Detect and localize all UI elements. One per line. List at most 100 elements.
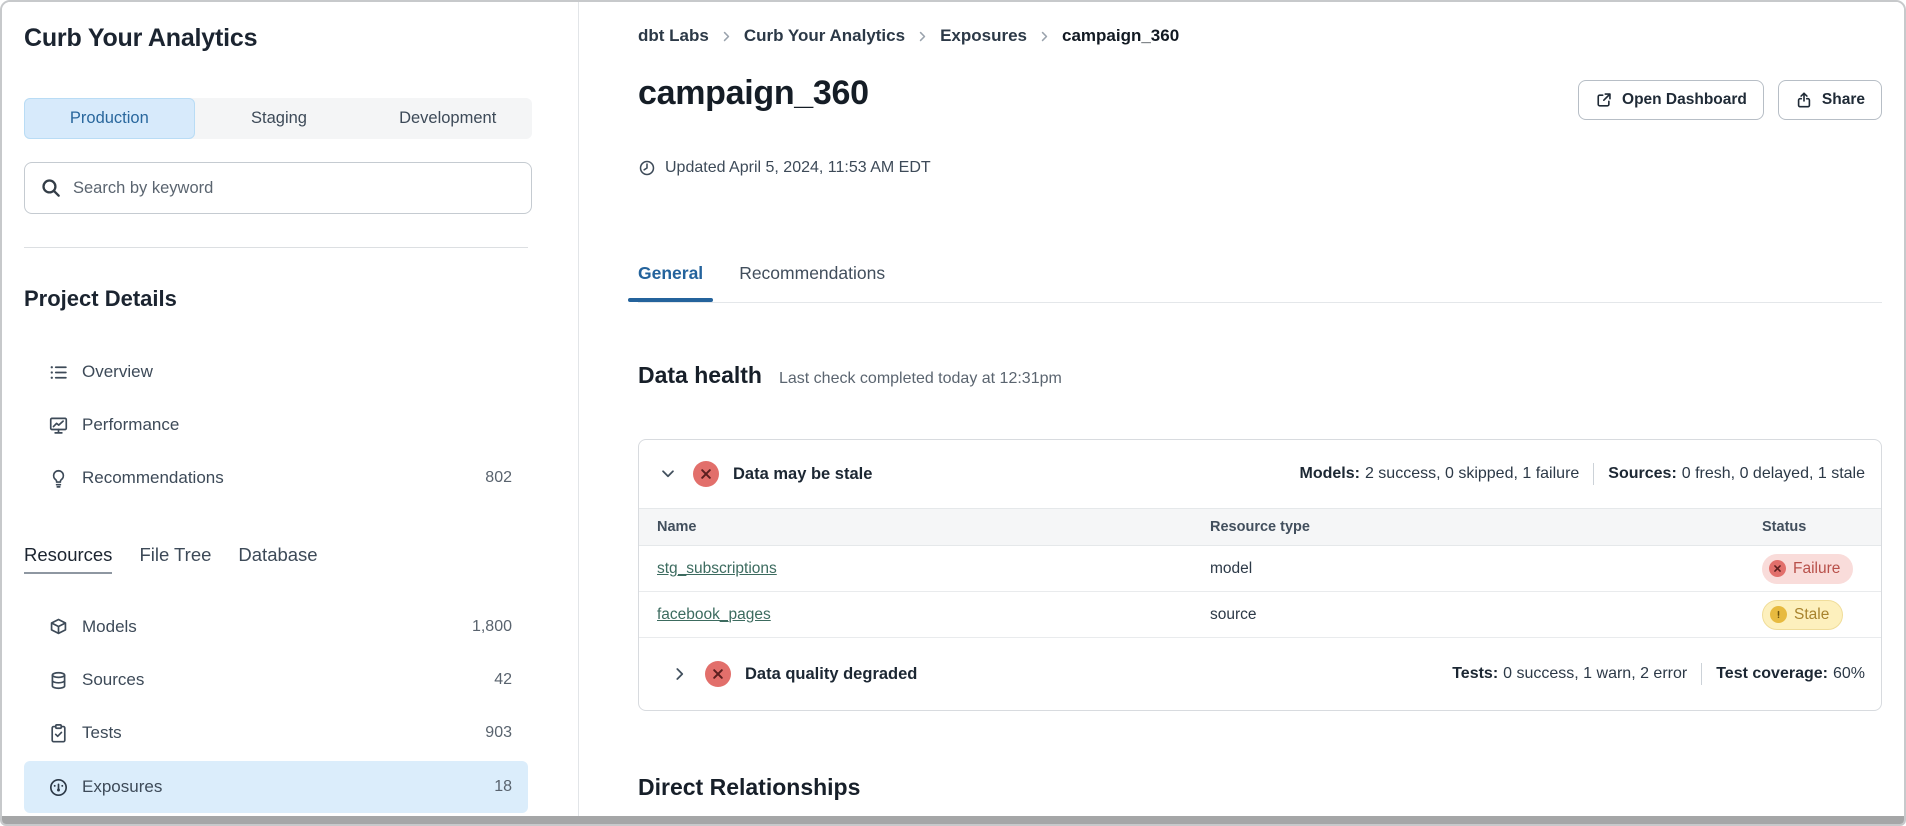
sidebar-item-label: Recommendations xyxy=(82,468,224,488)
share-icon xyxy=(1795,91,1813,109)
main-content: dbt Labs Curb Your Analytics Exposures c… xyxy=(579,2,1904,816)
breadcrumb-separator-icon xyxy=(720,30,733,43)
tests-stat: Tests:0 success, 1 warn, 2 error xyxy=(1452,665,1687,683)
sidebar-item-sources[interactable]: Sources 42 xyxy=(24,660,528,700)
sidebar-item-label: Performance xyxy=(82,415,179,435)
sidebar: Curb Your Analytics Production Staging D… xyxy=(2,2,578,816)
stale-section-title: Data may be stale xyxy=(733,465,872,484)
x-circle-icon xyxy=(1769,560,1786,577)
clipboard-check-icon xyxy=(48,723,69,744)
page-title: campaign_360 xyxy=(638,74,869,113)
last-check-text: Last check completed today at 12:31pm xyxy=(779,370,1062,388)
cube-icon xyxy=(48,617,69,638)
sidebar-item-label: Sources xyxy=(82,670,144,690)
data-health-card: Data may be stale Models:2 success, 0 sk… xyxy=(638,439,1882,711)
resource-type-cell: model xyxy=(1210,560,1762,578)
env-tab-production[interactable]: Production xyxy=(24,98,195,139)
stat-separator xyxy=(1701,663,1702,685)
breadcrumb-separator-icon xyxy=(1038,30,1051,43)
chevron-down-icon xyxy=(659,465,677,483)
clock-icon xyxy=(638,159,656,177)
sidebar-item-count: 1,800 xyxy=(472,618,512,636)
warning-circle-icon xyxy=(1770,606,1787,623)
sidebar-item-recommendations[interactable]: Recommendations 802 xyxy=(24,458,528,498)
sidebar-item-overview[interactable]: Overview xyxy=(24,352,528,392)
breadcrumb-item-current: campaign_360 xyxy=(1062,26,1179,46)
tab-recommendations[interactable]: Recommendations xyxy=(739,258,885,302)
breadcrumb: dbt Labs Curb Your Analytics Exposures c… xyxy=(638,26,1179,46)
sidebar-item-label: Tests xyxy=(82,723,122,743)
models-stat: Models:2 success, 0 skipped, 1 failure xyxy=(1300,465,1580,483)
sidebar-item-performance[interactable]: Performance xyxy=(24,405,528,445)
quality-section-title: Data quality degraded xyxy=(745,665,917,684)
resource-view-tabs: Resources File Tree Database xyxy=(24,544,318,574)
search-box[interactable] xyxy=(24,162,532,214)
performance-icon xyxy=(48,415,69,436)
test-coverage-stat: Test coverage:60% xyxy=(1716,665,1865,683)
detail-tabs: General Recommendations xyxy=(638,258,1882,303)
sidebar-item-count: 18 xyxy=(494,778,512,796)
stale-section-stats: Models:2 success, 0 skipped, 1 failure S… xyxy=(1300,463,1866,485)
env-tab-staging[interactable]: Staging xyxy=(195,98,364,139)
expand-quality-button[interactable] xyxy=(669,663,691,685)
share-label: Share xyxy=(1822,91,1865,109)
tab-general[interactable]: General xyxy=(638,258,703,302)
sidebar-item-label: Overview xyxy=(82,362,153,382)
open-dashboard-label: Open Dashboard xyxy=(1622,91,1747,109)
list-icon xyxy=(48,362,69,383)
sidebar-item-label: Exposures xyxy=(82,777,162,797)
error-circle-icon xyxy=(693,461,719,487)
project-title: Curb Your Analytics xyxy=(24,24,257,53)
sidebar-item-count: 903 xyxy=(485,724,512,742)
collapse-stale-button[interactable] xyxy=(657,463,679,485)
external-link-icon xyxy=(1595,91,1613,109)
sidebar-item-count: 802 xyxy=(485,469,512,487)
column-header-resource-type: Resource type xyxy=(1210,519,1762,535)
resource-link[interactable]: facebook_pages xyxy=(657,606,771,623)
database-icon xyxy=(48,670,69,691)
gauge-icon xyxy=(48,777,69,798)
sidebar-item-models[interactable]: Models 1,800 xyxy=(24,607,528,647)
status-badge: Failure xyxy=(1762,554,1853,584)
lightbulb-icon xyxy=(48,468,69,489)
sidebar-item-tests[interactable]: Tests 903 xyxy=(24,713,528,753)
breadcrumb-separator-icon xyxy=(916,30,929,43)
updated-label: Updated April 5, 2024, 11:53 AM EDT xyxy=(665,159,931,177)
quality-section-stats: Tests:0 success, 1 warn, 2 error Test co… xyxy=(1452,663,1865,685)
tab-resources[interactable]: Resources xyxy=(24,544,112,574)
sources-stat: Sources:0 fresh, 0 delayed, 1 stale xyxy=(1608,465,1865,483)
direct-relationships-heading: Direct Relationships xyxy=(638,774,860,801)
table-row: stg_subscriptions model Failure xyxy=(639,546,1881,592)
breadcrumb-item-exposures[interactable]: Exposures xyxy=(940,26,1027,46)
share-button[interactable]: Share xyxy=(1778,80,1882,120)
data-health-header: Data health Last check completed today a… xyxy=(638,362,1062,389)
stale-section-row[interactable]: Data may be stale Models:2 success, 0 sk… xyxy=(639,440,1881,508)
data-health-heading: Data health xyxy=(638,362,762,389)
tab-database[interactable]: Database xyxy=(238,544,317,574)
breadcrumb-item-dbt-labs[interactable]: dbt Labs xyxy=(638,26,709,46)
tab-file-tree[interactable]: File Tree xyxy=(139,544,211,574)
environment-switcher: Production Staging Development xyxy=(24,98,532,139)
resource-type-cell: source xyxy=(1210,606,1762,624)
sidebar-divider xyxy=(24,247,528,248)
window-bottom-edge xyxy=(2,816,1904,824)
open-dashboard-button[interactable]: Open Dashboard xyxy=(1578,80,1764,120)
project-details-heading: Project Details xyxy=(24,286,177,312)
page-actions: Open Dashboard Share xyxy=(1578,80,1882,120)
status-badge: Stale xyxy=(1762,600,1843,630)
dbt-explorer-window: Curb Your Analytics Production Staging D… xyxy=(0,0,1906,826)
quality-section-row[interactable]: Data quality degraded Tests:0 success, 1… xyxy=(639,638,1881,710)
sidebar-item-label: Models xyxy=(82,617,137,637)
sidebar-item-count: 42 xyxy=(494,671,512,689)
search-input[interactable] xyxy=(73,179,516,198)
breadcrumb-item-project[interactable]: Curb Your Analytics xyxy=(744,26,905,46)
chevron-right-icon xyxy=(671,665,689,683)
updated-timestamp: Updated April 5, 2024, 11:53 AM EDT xyxy=(638,159,931,177)
column-header-status: Status xyxy=(1762,519,1881,535)
sidebar-item-exposures[interactable]: Exposures 18 xyxy=(24,761,528,813)
stat-separator xyxy=(1593,463,1594,485)
env-tab-development[interactable]: Development xyxy=(363,98,532,139)
column-header-name: Name xyxy=(639,519,1210,535)
resource-link[interactable]: stg_subscriptions xyxy=(657,560,777,577)
table-row: facebook_pages source Stale xyxy=(639,592,1881,638)
